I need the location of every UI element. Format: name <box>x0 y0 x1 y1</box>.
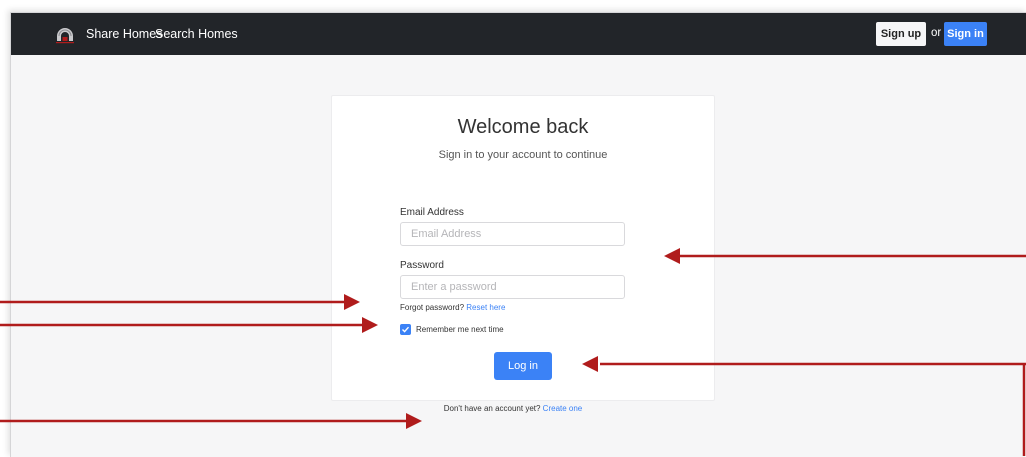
annotation-arrows <box>0 248 1026 456</box>
arrow-head-create <box>406 413 422 429</box>
arrow-head-email <box>664 248 680 264</box>
arrow-head-remember <box>362 317 378 333</box>
arrow-head-login <box>582 356 598 372</box>
arrow-head-forgot <box>344 294 360 310</box>
